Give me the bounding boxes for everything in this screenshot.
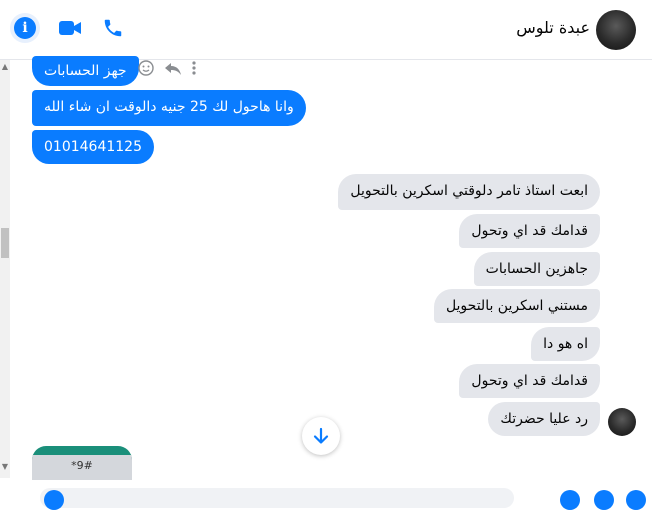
message-text: وانا هاحول لك 25 جنيه دالوقت ان شاء الله [44,99,294,115]
message-bubble-incoming[interactable]: قدامك قد اي وتحول [459,364,600,398]
message-text: رد عليا حضرتك [500,411,588,427]
scroll-down-arrow-icon[interactable]: ▼ [0,462,10,472]
message-bubble-incoming[interactable]: جاهزين الحسابات [473,252,600,286]
phone-call-icon[interactable] [99,14,127,42]
composer-action-icon[interactable] [44,490,64,510]
more-options-icon[interactable] [192,60,196,80]
scrollbar-track[interactable] [0,60,10,478]
message-input[interactable] [40,488,514,508]
image-attachment[interactable]: *9# [32,446,132,480]
video-call-icon[interactable] [56,14,84,42]
sender-avatar[interactable] [608,408,636,436]
message-text: قدامك قد اي وتحول [471,373,588,389]
composer-action-icon[interactable] [594,490,614,510]
attachment-text: *9# [32,455,132,480]
message-text: مستني اسكرين بالتحويل [445,298,588,314]
composer-action-icon[interactable] [626,490,646,510]
message-bubble-outgoing[interactable]: 01014641125 [32,130,154,164]
message-bubble-incoming[interactable]: قدامك قد اي وتحول [459,214,600,248]
message-actions [138,60,196,80]
scroll-up-arrow-icon[interactable]: ▲ [0,62,10,72]
react-icon[interactable] [138,60,154,80]
arrow-down-icon [313,427,329,444]
message-bubble-incoming[interactable]: ابعت استاذ تامر دلوقتي اسكرين بالتحويل [338,174,600,210]
message-text: ابعت استاذ تامر دلوقتي اسكرين بالتحويل [350,183,588,199]
contact-avatar[interactable] [596,10,636,50]
conversation-header: i عبدة تلوس [0,0,652,60]
scrollbar-thumb[interactable] [1,228,9,258]
scroll-to-bottom-button[interactable] [302,417,340,455]
info-icon[interactable]: i [10,13,40,43]
composer-action-icon[interactable] [560,490,580,510]
message-bubble-incoming[interactable]: مستني اسكرين بالتحويل [433,289,600,323]
message-text: جهز الحسابات [44,63,127,79]
reply-icon[interactable] [164,61,182,80]
message-text: اه هو دا [543,336,588,352]
message-bubble-outgoing[interactable]: وانا هاحول لك 25 جنيه دالوقت ان شاء الله [32,90,306,126]
message-bubble-incoming[interactable]: اه هو دا [531,327,600,361]
contact-name[interactable]: عبدة تلوس [516,18,590,37]
message-bubble-outgoing[interactable]: جهز الحسابات [32,56,139,86]
message-bubble-incoming[interactable]: رد عليا حضرتك [488,402,600,436]
message-text: قدامك قد اي وتحول [471,223,588,239]
message-text: 01014641125 [44,139,142,155]
message-text: جاهزين الحسابات [485,261,588,277]
